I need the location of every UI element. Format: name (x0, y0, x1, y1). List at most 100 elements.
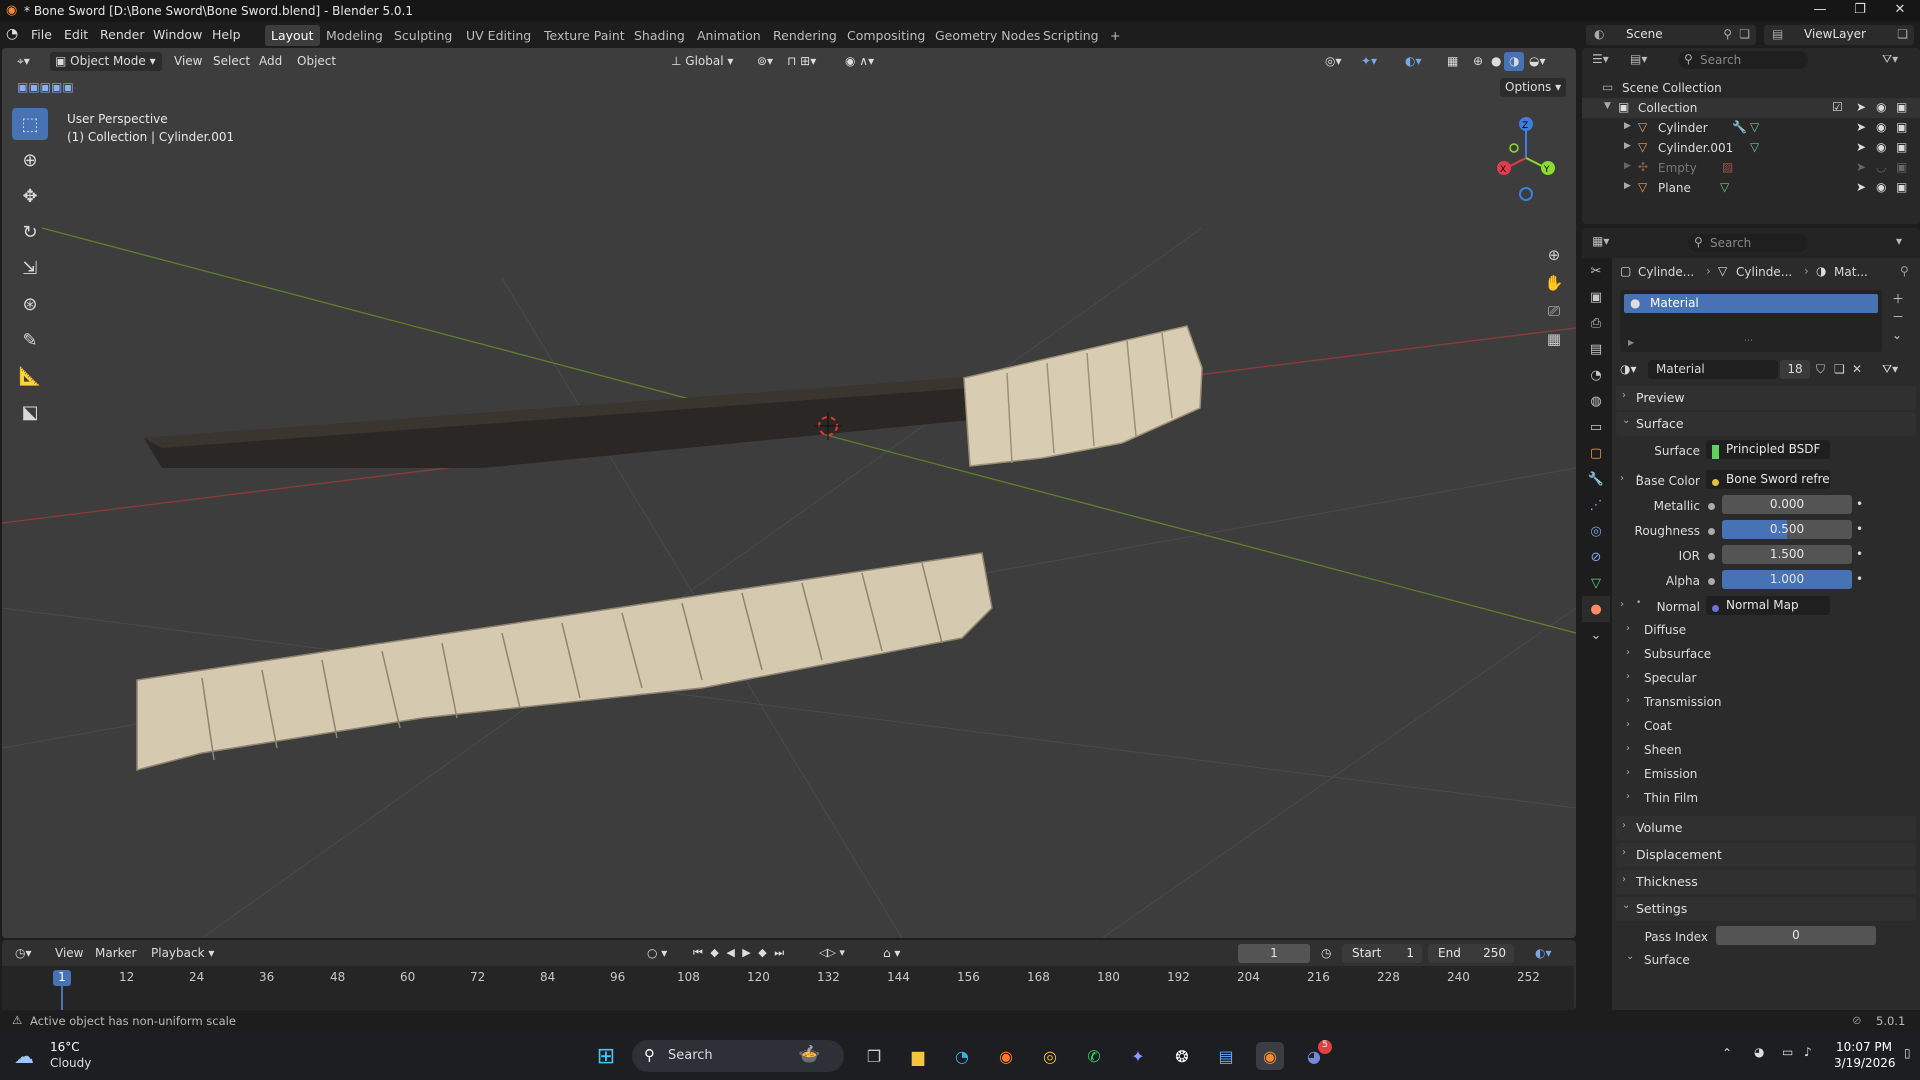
tab-compositing[interactable]: Compositing (841, 25, 931, 46)
roughness-slider[interactable]: 0.500 (1722, 520, 1852, 539)
pin-icon[interactable]: ⚲ (1900, 264, 1909, 278)
tab-texture-paint[interactable]: Texture Paint (538, 25, 631, 46)
scale-tool-icon[interactable]: ⇲ (12, 252, 48, 284)
unlink-icon[interactable]: ✕ (1852, 362, 1862, 376)
timeline-editor-icon[interactable]: ◷▾ (10, 944, 37, 963)
mode-selector[interactable]: ▣ Object Mode ▾ (50, 52, 162, 71)
taskbar-search-box[interactable]: ⚲ Search 🍲 (632, 1040, 844, 1072)
stopwatch-icon[interactable]: ◷ (1316, 944, 1336, 963)
slot-menu-icon[interactable]: ⌄ (1892, 328, 1902, 342)
timeline-menu-playback[interactable]: Playback ▾ (146, 944, 219, 963)
close-button[interactable]: ✕ (1880, 2, 1920, 17)
ortho-grid-icon[interactable]: ▦ (1541, 326, 1567, 352)
panel-thickness[interactable]: › Thickness (1616, 870, 1916, 894)
selectable-icon[interactable]: ➤ (1856, 140, 1866, 154)
tab-sculpting[interactable]: Sculpting (388, 25, 458, 46)
tool-tab-icon[interactable]: ✂ (1582, 258, 1610, 284)
gemini-icon[interactable]: ✦ (1124, 1042, 1152, 1070)
timeline-menu-view[interactable]: View (50, 944, 88, 963)
keyframe-dot-icon[interactable]: • (1856, 522, 1863, 536)
notepad-icon[interactable]: ▤ (1212, 1042, 1240, 1070)
properties-editor-icon[interactable]: ▦▾ (1592, 234, 1609, 248)
render-camera-icon[interactable]: ▣ (1896, 100, 1907, 114)
eye-icon[interactable]: ◉ (1876, 120, 1886, 134)
world-tab-icon[interactable]: ◍ (1582, 388, 1610, 414)
subpanel-settings-surface[interactable]: ⌄ Surface (1620, 950, 1916, 968)
new-scene-icon[interactable]: ❏ (1739, 27, 1750, 41)
material-name-field[interactable]: Material (1648, 360, 1778, 379)
tab-modeling[interactable]: Modeling (320, 25, 389, 46)
render-tab-icon[interactable]: ▣ (1582, 284, 1610, 310)
selectable-icon[interactable]: ➤ (1856, 180, 1866, 194)
modifier-tab-icon[interactable]: 🔧 (1582, 466, 1610, 492)
rotate-tool-icon[interactable]: ↻ (12, 216, 48, 248)
add-slot-icon[interactable]: ＋ (1892, 290, 1904, 307)
material-shading-icon[interactable]: ◑ (1504, 52, 1525, 71)
data-tab-icon[interactable]: ▽ (1582, 570, 1610, 596)
display-icon[interactable]: ▭ (1782, 1045, 1793, 1059)
eye-icon[interactable]: ◉ (1876, 100, 1886, 114)
blender-taskbar-icon[interactable]: ◉ (1256, 1042, 1284, 1070)
navigation-gizmo[interactable]: Z Y X (1486, 110, 1566, 240)
task-view-icon[interactable]: ❐ (860, 1042, 888, 1070)
gizmo-toggle-icon[interactable]: ✦▾ (1356, 52, 1382, 71)
chatgpt-icon[interactable]: ❂ (1168, 1042, 1196, 1070)
scene-selector[interactable]: ◐ Scene ⚲ ❏ (1586, 25, 1756, 45)
menu-window[interactable]: Window (153, 27, 202, 42)
tab-rendering[interactable]: Rendering (767, 25, 843, 46)
outliner-row-scene-collection[interactable]: ▭ Scene Collection (1582, 78, 1920, 98)
blender-menu-icon[interactable]: ◔ (6, 26, 18, 42)
material-slot-item[interactable]: ● Material (1624, 294, 1878, 313)
output-tab-icon[interactable]: ⎙ (1582, 310, 1610, 336)
properties-search-input[interactable]: ⚲ Search (1688, 234, 1808, 252)
panel-volume[interactable]: › Volume (1616, 816, 1916, 840)
select-mode-icons[interactable]: ▣▣▣▣▣ (12, 78, 79, 97)
node-tree-icon[interactable]: ⛛▾ (1882, 362, 1898, 377)
menu-help[interactable]: Help (212, 27, 241, 42)
expand-icon[interactable]: ▶ (1624, 161, 1631, 171)
scene-tab-icon[interactable]: ◔ (1582, 362, 1610, 388)
select-box-tool-icon[interactable]: ⬚ (12, 108, 48, 140)
tab-uv-editing[interactable]: UV Editing (460, 25, 537, 46)
viewport-menu-add[interactable]: Add (254, 52, 287, 71)
tab-shading[interactable]: Shading (628, 25, 691, 46)
base-color-texture-field[interactable]: Bone Sword refrence_... (1706, 470, 1830, 489)
firefox-icon[interactable]: ◉ (992, 1042, 1020, 1070)
clock-time[interactable]: 10:07 PM (1836, 1040, 1892, 1054)
edge-browser-icon[interactable]: ◔ (948, 1042, 976, 1070)
weather-cloud-icon[interactable]: ☁ (14, 1044, 34, 1068)
subpanel-emission[interactable]: › Emission (1620, 764, 1916, 786)
proportional-edit-icon[interactable]: ◉ ∧▾ (840, 52, 879, 71)
add-cube-tool-icon[interactable]: ⬕ (12, 396, 48, 428)
file-explorer-icon[interactable]: ▆ (904, 1042, 932, 1070)
keyframe-jump-icons[interactable]: ◁▷ ▾ (814, 944, 850, 963)
whatsapp-icon[interactable]: ✆ (1080, 1042, 1108, 1070)
viewport-menu-object[interactable]: Object (292, 52, 341, 71)
add-workspace-button[interactable]: + (1104, 25, 1126, 46)
current-frame-field[interactable]: 1 (1238, 944, 1310, 963)
xray-icon[interactable]: ▦ (1442, 52, 1463, 71)
material-tab-icon[interactable]: ● (1582, 596, 1610, 622)
volume-icon[interactable]: ♪ (1804, 1045, 1812, 1059)
alpha-slider[interactable]: 1.000 (1722, 570, 1852, 589)
checkbox-icon[interactable]: ☑ (1832, 100, 1843, 114)
subpanel-coat[interactable]: › Coat (1620, 716, 1916, 738)
pivot-icon[interactable]: ⊚▾ (752, 52, 778, 71)
render-camera-icon[interactable]: ▣ (1896, 140, 1907, 154)
visibility-icon[interactable]: ◎▾ (1320, 52, 1347, 71)
editor-type-icon[interactable]: ⌖▾ (12, 52, 35, 71)
tab-layout[interactable]: Layout (265, 25, 320, 46)
physics-tab-icon[interactable]: ◎ (1582, 518, 1610, 544)
fake-user-shield-icon[interactable]: ⛉ (1816, 362, 1825, 377)
eye-icon[interactable]: ◉ (1876, 180, 1886, 194)
outliner-editor-icon[interactable]: ☰▾ (1592, 52, 1609, 66)
panel-preview[interactable]: › Preview (1616, 386, 1916, 410)
playback-controls[interactable]: ⏮ ◆ ◀ ▶ ◆ ⏭ (688, 944, 791, 963)
tab-animation[interactable]: Animation (691, 25, 767, 46)
end-frame-field[interactable]: End 250 (1428, 944, 1514, 963)
resize-handle-icon[interactable]: ⋯ (1744, 336, 1753, 346)
start-frame-field[interactable]: Start 1 (1342, 944, 1422, 963)
constraints-tab-icon[interactable]: ⊘ (1582, 544, 1610, 570)
transform-tool-icon[interactable]: ⊛ (12, 288, 48, 320)
filter-icon[interactable]: ⛛▾ (1882, 52, 1898, 67)
